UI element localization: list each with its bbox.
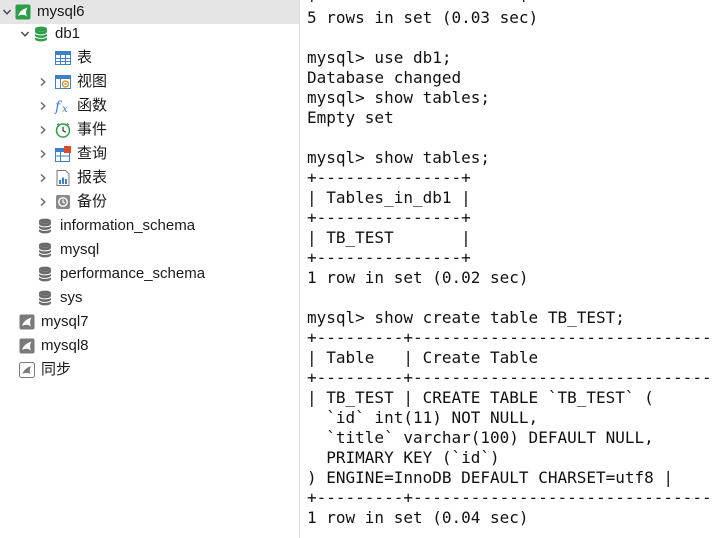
tree-item-label: performance_schema [60,265,206,282]
tree-item-label: mysql [60,241,100,258]
tree-item-label: information_schema [60,217,196,234]
tree-item-events[interactable]: 事件 [0,118,299,142]
tree-item-label: db1 [55,25,81,42]
table-icon [54,49,72,67]
tree-item-reports[interactable]: 报表 [0,166,299,190]
tree-item-information-schema[interactable]: information_schema [0,214,299,238]
console-line: | TB_TEST | CREATE TABLE `TB_TEST` ( [307,388,654,407]
tree-item-label: sys [60,289,83,306]
navicat-window: mysql6 db1 表 视图 f x 函数 事件 查询 报表 备份 infor… [0,0,713,538]
console-line: 1 row in set (0.02 sec) [307,268,529,287]
console-line: +---------------------+ [307,0,529,7]
connection-tree[interactable]: mysql6 db1 表 视图 f x 函数 事件 查询 报表 备份 infor… [0,0,299,538]
console-line: +---------------+ [307,248,471,267]
tree-item-tables[interactable]: 表 [0,46,299,70]
tree-item-label: mysql7 [41,313,89,330]
console-line: mysql> use db1; [307,48,452,67]
function-icon: f x [54,97,72,115]
database-icon [36,265,54,283]
tree-item-queries[interactable]: 查询 [0,142,299,166]
chevron-right-icon[interactable] [36,166,50,190]
console-line: +---------------+ [307,208,471,227]
chevron-down-icon[interactable] [0,0,14,24]
chevron-right-icon[interactable] [36,94,50,118]
database-icon [36,217,54,235]
report-icon [54,169,72,187]
sync-icon [18,361,36,379]
tree-item-label: mysql8 [41,337,89,354]
mysql-connection-icon [18,313,36,331]
console-line: PRIMARY KEY (`id`) [307,448,500,467]
console-line: +---------+-----------------------------… [307,488,713,507]
console-line: Empty set [307,108,394,127]
console-output[interactable]: +---------------------+ 5 rows in set (0… [307,0,713,528]
tree-item-views[interactable]: 视图 [0,70,299,94]
console-line: +---------------+ [307,168,471,187]
tree-item-db1[interactable]: db1 [0,22,299,46]
database-icon [36,241,54,259]
tree-item-mysql7[interactable]: mysql7 [0,310,299,334]
console-line: mysql> show tables; [307,148,491,167]
console-line: | Table | Create Table [307,348,539,367]
clock-icon [54,121,72,139]
chevron-right-icon[interactable] [36,70,50,94]
console-line: `title` varchar(100) DEFAULT NULL, [307,428,654,447]
console-line: `id` int(11) NOT NULL, [307,408,539,427]
database-icon [36,289,54,307]
console-line: Database changed [307,68,462,87]
tree-item-label: 同步 [41,361,72,378]
mysql-console[interactable]: +---------------------+ 5 rows in set (0… [300,0,713,538]
console-line: | Tables_in_db1 | [307,188,471,207]
query-icon [54,145,72,163]
console-line: mysql> show tables; [307,88,491,107]
tree-item-sys-schema[interactable]: sys [0,286,299,310]
tree-item-label: 表 [77,49,93,66]
tree-item-performance-schema[interactable]: performance_schema [0,262,299,286]
console-line: +---------+-----------------------------… [307,368,713,387]
tree-item-mysql8[interactable]: mysql8 [0,334,299,358]
tree-item-label: 函数 [77,97,108,114]
tree-item-backups[interactable]: 备份 [0,190,299,214]
console-line: mysql> show create table TB_TEST; [307,308,625,327]
view-icon [54,73,72,91]
console-line: 1 row in set (0.04 sec) [307,508,529,527]
tree-item-label: 视图 [77,73,108,90]
console-line: 5 rows in set (0.03 sec) [307,8,539,27]
tree-item-functions[interactable]: f x 函数 [0,94,299,118]
tree-item-sync[interactable]: 同步 [0,358,299,382]
tree-item-label: 报表 [77,169,108,186]
console-line: +---------+-----------------------------… [307,328,713,347]
chevron-right-icon[interactable] [36,142,50,166]
mysql-connection-icon [14,3,32,21]
database-icon [32,25,50,43]
tree-item-label: 事件 [77,121,108,138]
console-line: ) ENGINE=InnoDB DEFAULT CHARSET=utf8 | [307,468,674,487]
tree-item-label: 查询 [77,145,108,162]
tree-item-mysql6[interactable]: mysql6 [0,0,299,24]
chevron-down-icon[interactable] [18,22,32,46]
mysql-connection-icon [18,337,36,355]
chevron-right-icon[interactable] [36,118,50,142]
tree-item-label: mysql6 [37,3,85,20]
console-line: | TB_TEST | [307,228,471,247]
backup-icon [54,193,72,211]
svg-text:x: x [62,104,68,114]
chevron-right-icon[interactable] [36,190,50,214]
tree-item-label: 备份 [77,193,108,210]
tree-item-mysql-schema[interactable]: mysql [0,238,299,262]
